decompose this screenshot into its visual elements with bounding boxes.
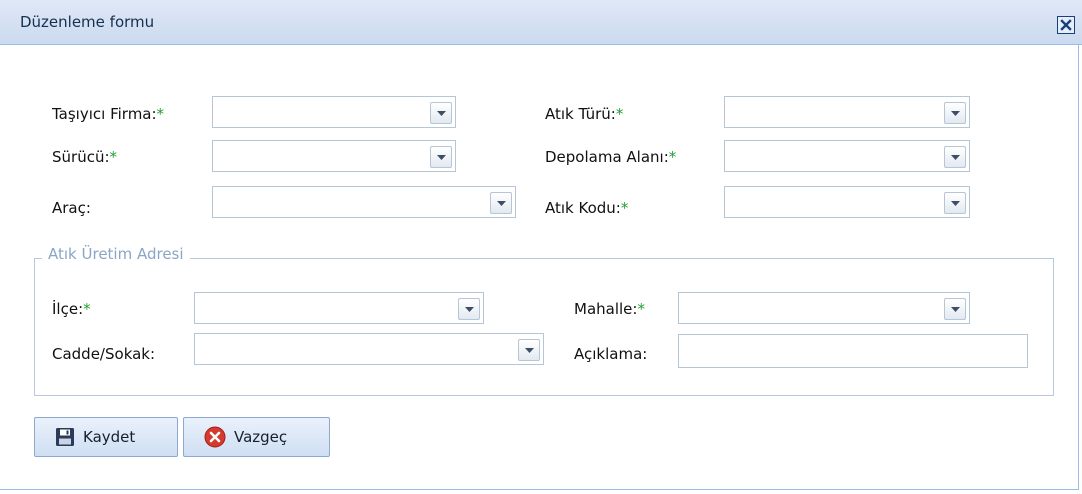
- save-button[interactable]: Kaydet: [34, 417, 178, 457]
- chevron-down-icon: [524, 347, 534, 353]
- label-mahalle: Mahalle:*: [574, 300, 645, 318]
- cancel-button[interactable]: Vazgeç: [183, 417, 330, 457]
- label-cadde-sokak: Cadde/Sokak:: [52, 345, 156, 363]
- label-depolama-alani: Depolama Alanı:*: [545, 148, 677, 166]
- cadde-sokak-combo[interactable]: [194, 333, 544, 365]
- label-arac: Araç:: [52, 199, 91, 217]
- ilce-combo[interactable]: [194, 292, 484, 324]
- label-aciklama: Açıklama:: [574, 345, 648, 363]
- arac-combo[interactable]: [212, 186, 516, 218]
- chevron-down-icon: [950, 110, 960, 116]
- close-button[interactable]: [1057, 16, 1075, 34]
- chevron-down-icon: [436, 110, 446, 116]
- label-ilce: İlçe:*: [52, 300, 91, 318]
- window-title: Düzenleme formu: [20, 13, 155, 31]
- window-titlebar: Düzenleme formu: [0, 0, 1082, 45]
- chevron-down-icon: [496, 200, 506, 206]
- label-surucu: Sürücü:*: [52, 148, 118, 166]
- atik-turu-combo[interactable]: [724, 96, 970, 128]
- close-icon: [1060, 19, 1072, 31]
- chevron-down-icon: [950, 200, 960, 206]
- surucu-combo[interactable]: [212, 140, 456, 172]
- mahalle-dropdown-trigger[interactable]: [944, 298, 966, 320]
- atik-kodu-dropdown-trigger[interactable]: [944, 192, 966, 214]
- atik-turu-dropdown-trigger[interactable]: [944, 102, 966, 124]
- mahalle-combo[interactable]: [678, 292, 970, 324]
- arac-dropdown-trigger[interactable]: [490, 192, 512, 214]
- label-tasiyici-firma: Taşıyıcı Firma:*: [52, 105, 165, 123]
- depolama-alani-dropdown-trigger[interactable]: [944, 146, 966, 168]
- chevron-down-icon: [464, 306, 474, 312]
- chevron-down-icon: [950, 154, 960, 160]
- address-fieldset-legend: Atık Üretim Adresi: [42, 245, 190, 263]
- ilce-dropdown-trigger[interactable]: [458, 298, 480, 320]
- atik-kodu-combo[interactable]: [724, 186, 970, 218]
- address-fieldset: [34, 258, 1054, 396]
- chevron-down-icon: [950, 306, 960, 312]
- save-button-label: Kaydet: [83, 428, 136, 446]
- floppy-disk-icon: [55, 427, 75, 447]
- cadde-sokak-dropdown-trigger[interactable]: [518, 339, 540, 361]
- label-atik-turu: Atık Türü:*: [545, 105, 624, 123]
- depolama-alani-combo[interactable]: [724, 140, 970, 172]
- cancel-button-label: Vazgeç: [234, 428, 288, 446]
- aciklama-field[interactable]: [678, 334, 1028, 368]
- tasiyici-firma-combo[interactable]: [212, 96, 456, 128]
- label-atik-kodu: Atık Kodu:*: [545, 199, 629, 217]
- cancel-icon: [204, 426, 226, 448]
- tasiyici-firma-dropdown-trigger[interactable]: [430, 102, 452, 124]
- chevron-down-icon: [436, 154, 446, 160]
- surucu-dropdown-trigger[interactable]: [430, 146, 452, 168]
